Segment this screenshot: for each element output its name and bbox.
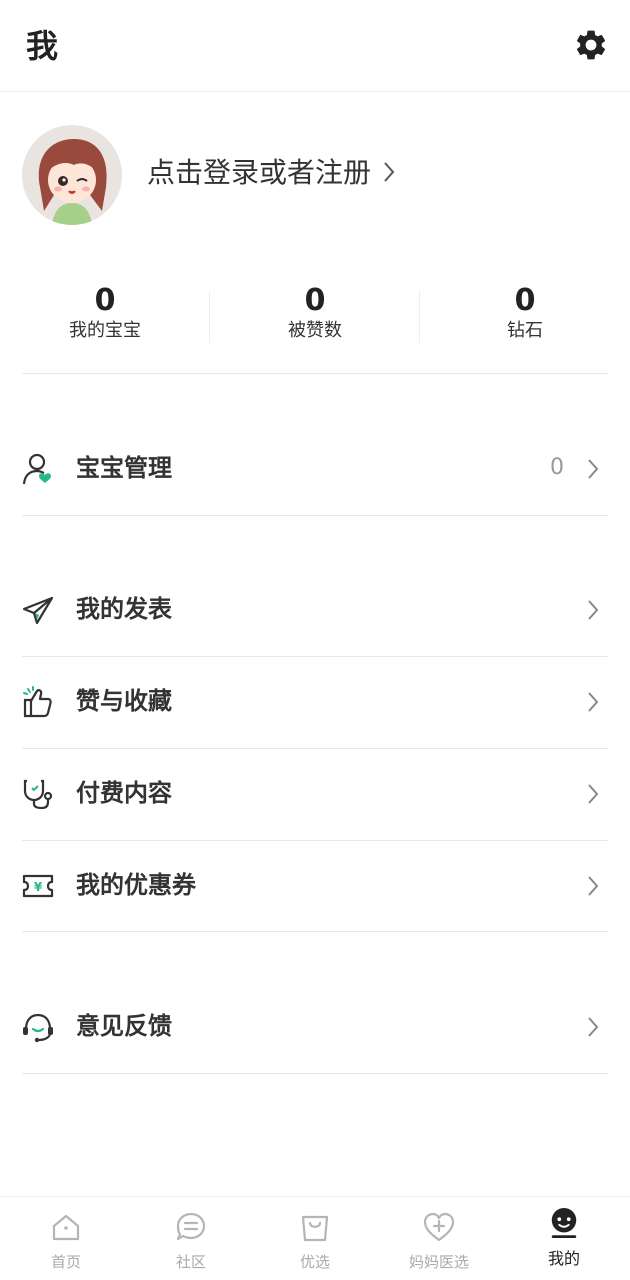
thumbs-up-icon bbox=[23, 686, 52, 718]
chevron-right-icon bbox=[588, 1017, 599, 1037]
menu-item-feedback[interactable]: 意见反馈 bbox=[0, 982, 630, 1074]
gear-icon[interactable] bbox=[573, 27, 609, 63]
tab-mom-medical[interactable]: 妈妈医选 bbox=[376, 1197, 502, 1280]
tab-selected-goods[interactable]: 优选 bbox=[252, 1197, 378, 1280]
profile-section[interactable]: 点击登录或者注册 bbox=[0, 92, 630, 262]
svg-text:¥: ¥ bbox=[34, 880, 43, 894]
avatar[interactable] bbox=[22, 125, 122, 225]
baby-profile-icon bbox=[22, 453, 51, 485]
heart-plus-icon bbox=[423, 1212, 455, 1242]
coupon-ticket-icon: ¥ bbox=[22, 874, 54, 898]
divider bbox=[22, 1073, 608, 1074]
menu-item-label: 付费内容 bbox=[76, 779, 172, 807]
chevron-right-icon bbox=[588, 784, 599, 804]
tab-mine[interactable]: 我的 bbox=[501, 1197, 627, 1280]
tab-label: 妈妈医选 bbox=[408, 1253, 469, 1271]
tab-community[interactable]: 社区 bbox=[128, 1197, 254, 1280]
stat-label: 钻石 bbox=[507, 320, 543, 341]
avatar-girl-illustration bbox=[22, 125, 122, 225]
tab-home[interactable]: 首页 bbox=[3, 1197, 129, 1280]
menu-item-label: 宝宝管理 bbox=[76, 454, 172, 482]
headset-icon bbox=[23, 1013, 53, 1043]
chevron-right-icon bbox=[588, 692, 599, 712]
tab-label: 社区 bbox=[175, 1253, 206, 1271]
tab-label: 优选 bbox=[299, 1253, 330, 1271]
stats-row: 0 我的宝宝 0 被赞数 0 钻石 bbox=[0, 283, 630, 357]
community-icon bbox=[176, 1212, 206, 1241]
menu-item-label: 我的优惠券 bbox=[76, 871, 196, 899]
stat-value: 0 bbox=[94, 283, 116, 318]
menu-item-label: 我的发表 bbox=[76, 595, 172, 623]
stethoscope-icon bbox=[23, 779, 53, 810]
menu-item-likes-favorites[interactable]: 赞与收藏 bbox=[0, 657, 630, 749]
page-title: 我 bbox=[26, 27, 59, 65]
stat-value: 0 bbox=[514, 283, 536, 318]
chevron-right-icon bbox=[588, 600, 599, 620]
stat-my-baby[interactable]: 0 我的宝宝 bbox=[0, 283, 210, 343]
divider bbox=[22, 931, 608, 932]
divider bbox=[22, 515, 608, 516]
menu-item-label: 意见反馈 bbox=[76, 1012, 172, 1040]
login-register-link[interactable]: 点击登录或者注册 bbox=[147, 155, 371, 191]
chevron-right-icon bbox=[588, 459, 599, 479]
bottom-tab-bar: 首页 社区 优选 妈妈医选 我的 bbox=[0, 1196, 630, 1280]
home-icon bbox=[52, 1214, 80, 1241]
top-bar: 我 bbox=[0, 0, 630, 92]
menu-item-label: 赞与收藏 bbox=[76, 687, 172, 715]
menu-item-coupons[interactable]: ¥ 我的优惠券 bbox=[0, 841, 630, 933]
profile-face-icon bbox=[551, 1207, 577, 1239]
menu-item-baby-management[interactable]: 宝宝管理 0 bbox=[0, 424, 630, 516]
stat-likes-received[interactable]: 0 被赞数 bbox=[210, 283, 420, 343]
divider bbox=[22, 373, 608, 374]
chevron-right-icon bbox=[588, 876, 599, 896]
menu-item-my-posts[interactable]: 我的发表 bbox=[0, 565, 630, 657]
baby-count: 0 bbox=[550, 455, 564, 480]
stat-label: 被赞数 bbox=[288, 320, 342, 341]
tab-label: 首页 bbox=[50, 1253, 81, 1271]
shopping-bag-icon bbox=[301, 1215, 329, 1242]
paper-plane-icon bbox=[22, 596, 54, 625]
stat-label: 我的宝宝 bbox=[69, 320, 141, 341]
chevron-right-icon bbox=[384, 162, 395, 182]
menu-item-paid-content[interactable]: 付费内容 bbox=[0, 749, 630, 841]
tab-label: 我的 bbox=[547, 1249, 580, 1268]
stat-value: 0 bbox=[304, 283, 326, 318]
stat-diamonds[interactable]: 0 钻石 bbox=[420, 283, 630, 343]
